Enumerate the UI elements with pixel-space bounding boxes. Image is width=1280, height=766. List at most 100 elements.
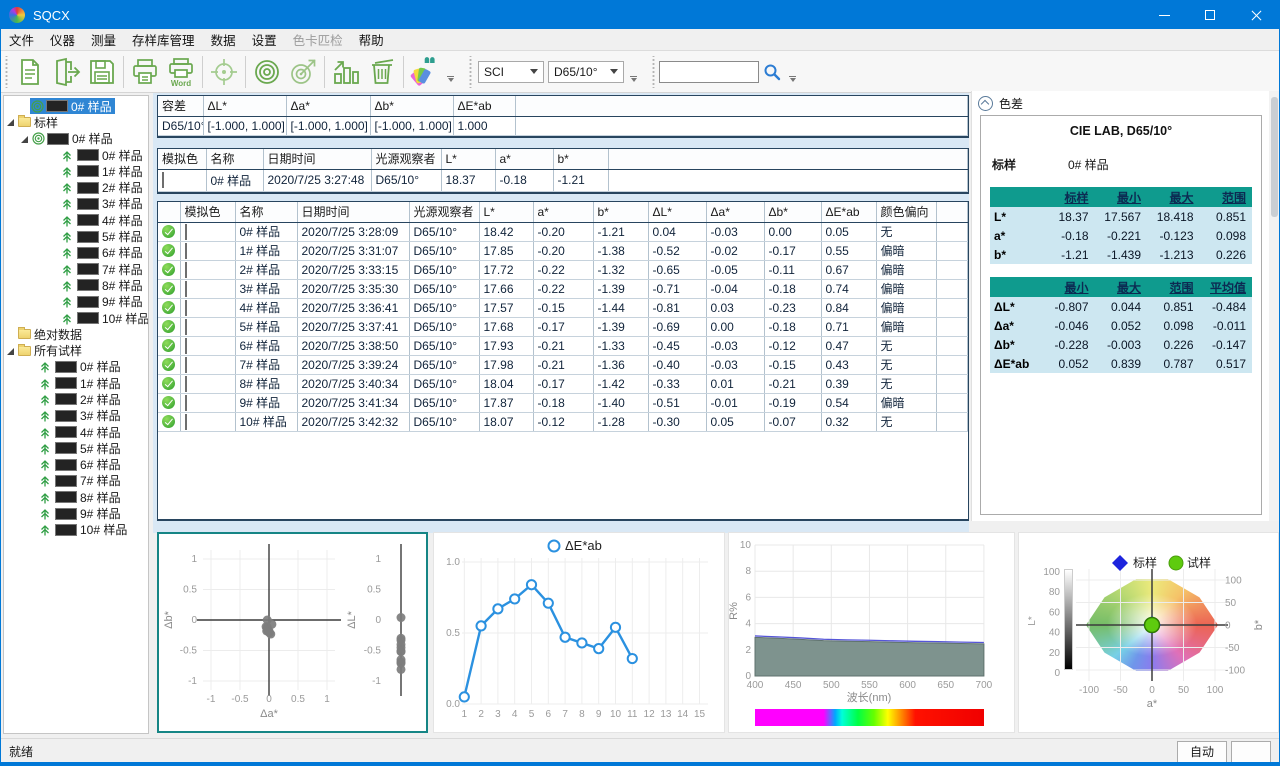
tree-item[interactable]: 5# 样品 xyxy=(4,440,148,456)
tree-item[interactable]: 10# 样品 xyxy=(4,310,148,326)
column-header[interactable]: 名称 xyxy=(206,149,263,169)
tree-item[interactable]: 6# 样品 xyxy=(4,245,148,261)
print-button[interactable] xyxy=(127,54,163,90)
column-header[interactable]: 光源观察者 xyxy=(409,202,479,222)
column-header[interactable]: ΔE*ab xyxy=(821,202,876,222)
tree-item[interactable]: 2# 样品 xyxy=(4,391,148,407)
extra-status-button[interactable] xyxy=(1231,741,1271,763)
measure-mode-select[interactable]: SCI xyxy=(478,61,544,83)
tree-item[interactable]: 7# 样品 xyxy=(4,261,148,277)
menu-item-仪器[interactable]: 仪器 xyxy=(42,28,83,51)
collapse-button[interactable] xyxy=(978,96,993,111)
menu-item-文件[interactable]: 文件 xyxy=(1,28,42,51)
chart-button[interactable] xyxy=(328,54,364,90)
new-document-button[interactable] xyxy=(12,54,48,90)
tree-item[interactable]: 1# 样品 xyxy=(4,163,148,179)
tree-item[interactable]: 所有试样 xyxy=(4,342,148,358)
sample-row[interactable]: 3# 样品2020/7/25 3:35:30D65/10°17.66-0.22-… xyxy=(158,279,968,298)
reflectance-chart-panel[interactable]: 0246810400450500550600650700R%波长(nm) xyxy=(728,532,1015,733)
column-header[interactable]: L* xyxy=(441,149,495,169)
column-header[interactable]: Δa* xyxy=(286,96,370,116)
tree-item[interactable]: 9# 样品 xyxy=(4,505,148,521)
column-header[interactable]: ΔE*ab xyxy=(453,96,515,116)
toolbar-grip[interactable] xyxy=(4,56,9,88)
sample-row[interactable]: 8# 样品2020/7/25 3:40:34D65/10°18.04-0.17-… xyxy=(158,374,968,393)
save-button[interactable] xyxy=(84,54,120,90)
sample-row[interactable]: 2# 样品2020/7/25 3:33:15D65/10°17.72-0.22-… xyxy=(158,260,968,279)
column-header[interactable]: 模拟色 xyxy=(180,202,235,222)
toolbar-overflow[interactable] xyxy=(789,76,796,82)
column-header[interactable]: b* xyxy=(553,149,608,169)
minimize-button[interactable] xyxy=(1141,1,1187,29)
tree-item[interactable]: 0# 样品 xyxy=(4,98,148,114)
column-header[interactable]: L* xyxy=(479,202,533,222)
sample-row[interactable]: 0# 样品2020/7/25 3:28:09D65/10°18.42-0.20-… xyxy=(158,222,968,241)
column-header[interactable]: a* xyxy=(495,149,553,169)
color-cards-button[interactable] xyxy=(407,54,443,90)
lab-colorwheel-panel[interactable]: 标样试样100806040200L*-100-50050100a*100500-… xyxy=(1018,532,1279,733)
column-header[interactable] xyxy=(608,149,968,169)
sample-row[interactable]: 7# 样品2020/7/25 3:39:24D65/10°17.98-0.21-… xyxy=(158,355,968,374)
search-input[interactable] xyxy=(659,61,759,83)
sample-row[interactable]: 5# 样品2020/7/25 3:37:41D65/10°17.68-0.17-… xyxy=(158,317,968,336)
delta-e-chart-panel[interactable]: ΔE*ab0.00.51.0123456789101112131415 xyxy=(433,532,725,733)
tree-item[interactable]: 3# 样品 xyxy=(4,196,148,212)
crosshair-button[interactable] xyxy=(206,54,242,90)
toolbar-overflow[interactable] xyxy=(630,76,637,82)
column-header[interactable]: Δa* xyxy=(706,202,764,222)
menu-item-色卡匹检[interactable]: 色卡匹检 xyxy=(285,28,351,51)
sample-row[interactable]: 6# 样品2020/7/25 3:38:50D65/10°17.93-0.21-… xyxy=(158,336,968,355)
menu-item-测量[interactable]: 测量 xyxy=(83,28,124,51)
tolerance-row[interactable]: D65/10°[-1.000, 1.000][-1.000, 1.000][-1… xyxy=(158,116,968,135)
menu-item-数据[interactable]: 数据 xyxy=(203,28,244,51)
tree-item[interactable]: 7# 样品 xyxy=(4,473,148,489)
tree-item[interactable]: 绝对数据 xyxy=(4,326,148,342)
print-word-button[interactable]: Word xyxy=(163,54,199,90)
tree-item[interactable]: 9# 样品 xyxy=(4,294,148,310)
tree-expander-icon[interactable] xyxy=(6,117,16,127)
column-header[interactable]: Δb* xyxy=(370,96,453,116)
search-button[interactable] xyxy=(759,59,785,85)
column-header[interactable]: 光源观察者 xyxy=(371,149,441,169)
close-button[interactable] xyxy=(1233,1,1279,29)
column-header[interactable]: 日期时间 xyxy=(297,202,409,222)
column-header[interactable] xyxy=(158,202,180,222)
tree-expander-icon[interactable] xyxy=(6,346,16,356)
scrollbar-thumb[interactable] xyxy=(1271,97,1278,217)
sample-row[interactable]: 1# 样品2020/7/25 3:31:07D65/10°17.85-0.20-… xyxy=(158,241,968,260)
scatter-chart-panel[interactable]: -1-1-0.5-0.5000.50.511Δb*Δa*-1-0.500.51Δ… xyxy=(157,532,428,733)
tree-item[interactable]: 2# 样品 xyxy=(4,179,148,195)
column-header[interactable]: ΔL* xyxy=(203,96,286,116)
column-header[interactable]: 容差 xyxy=(158,96,203,116)
tree-item[interactable]: 8# 样品 xyxy=(4,489,148,505)
menu-item-帮助[interactable]: 帮助 xyxy=(351,28,392,51)
tree-item[interactable]: 4# 样品 xyxy=(4,212,148,228)
tree-item[interactable]: 3# 样品 xyxy=(4,408,148,424)
column-header[interactable]: a* xyxy=(533,202,593,222)
column-header[interactable]: 名称 xyxy=(235,202,297,222)
toolbar-grip[interactable] xyxy=(651,56,656,88)
export-button[interactable] xyxy=(48,54,84,90)
column-header[interactable]: b* xyxy=(593,202,648,222)
calibrate-button[interactable] xyxy=(249,54,285,90)
target-arrow-button[interactable] xyxy=(285,54,321,90)
tree-item[interactable]: 0# 样品 xyxy=(4,131,148,147)
column-header[interactable] xyxy=(515,96,968,116)
sample-row[interactable]: 10# 样品2020/7/25 3:42:32D65/10°18.07-0.12… xyxy=(158,412,968,431)
column-header[interactable]: Δb* xyxy=(764,202,821,222)
tree-item[interactable]: 5# 样品 xyxy=(4,228,148,244)
tree-expander-icon[interactable] xyxy=(20,134,30,144)
sample-row[interactable]: 9# 样品2020/7/25 3:41:34D65/10°17.87-0.18-… xyxy=(158,393,968,412)
column-header[interactable]: 颜色偏向 xyxy=(876,202,936,222)
standard-row[interactable]: 0# 样品2020/7/25 3:27:48D65/10°18.37-0.18-… xyxy=(158,169,968,191)
column-header[interactable] xyxy=(936,202,968,222)
tree-item[interactable]: 6# 样品 xyxy=(4,457,148,473)
maximize-button[interactable] xyxy=(1187,1,1233,29)
panel-scrollbar[interactable] xyxy=(1269,91,1279,521)
toolbar-overflow[interactable] xyxy=(447,76,454,82)
sample-row[interactable]: 4# 样品2020/7/25 3:36:41D65/10°17.57-0.15-… xyxy=(158,298,968,317)
column-header[interactable]: 模拟色 xyxy=(158,149,206,169)
menu-item-设置[interactable]: 设置 xyxy=(244,28,285,51)
tree-item[interactable]: 标样 xyxy=(4,114,148,130)
delete-button[interactable] xyxy=(364,54,400,90)
